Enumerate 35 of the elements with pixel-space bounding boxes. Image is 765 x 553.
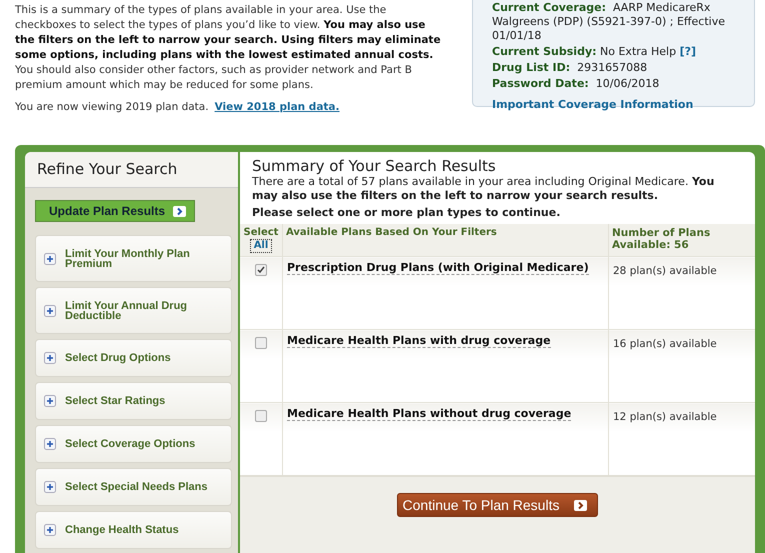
- filter-item[interactable]: Select Star Ratings: [35, 382, 232, 420]
- select-header: Select: [243, 227, 279, 239]
- filter-item[interactable]: Limit Your Monthly Plan Premium: [35, 235, 232, 282]
- summary-description: There are a total of 57 plans available in your area including Original Medicare. You may also use the filters on the left to narrow your search results.: [252, 175, 716, 203]
- coverage-info-link[interactable]: Important Coverage Information: [492, 98, 754, 112]
- coverage-field: Current Subsidy: No Extra Help: [492, 45, 676, 58]
- coverage-field: Drug List ID: 2931657088: [492, 61, 648, 74]
- select-all-link[interactable]: All: [250, 239, 272, 253]
- coverage-field: Password Date: 10/06/2018: [492, 77, 660, 90]
- coverage-field: Current Coverage: AARP MedicareRx Walgreens (PDP) (S5921-397-0) ; Effective 01/01/18: [492, 1, 728, 42]
- plan-count: 16 plan(s) available: [613, 338, 717, 350]
- help-link[interactable]: [?]: [680, 45, 696, 58]
- filter-item[interactable]: Change Health Status: [35, 511, 232, 549]
- checkbox[interactable]: [255, 410, 267, 422]
- column-header: Available Plans Based On Your Filters: [282, 224, 608, 256]
- plan-type-link[interactable]: Prescription Drug Plans (with Original Medicare): [287, 261, 589, 275]
- continue-button[interactable]: Continue To Plan Results: [396, 493, 598, 517]
- update-plan-results-button[interactable]: Update Plan Results: [35, 200, 196, 222]
- instruction-text: Please select one or more plan types to continue.: [252, 206, 562, 220]
- summary-title: Summary of Your Search Results: [252, 158, 497, 175]
- plan-count: 12 plan(s) available: [613, 411, 717, 423]
- checkbox[interactable]: [255, 264, 267, 276]
- plan-type-link[interactable]: Medicare Health Plans without drug coverage: [287, 407, 572, 421]
- column-header: Number of Plans Available: 56: [608, 224, 755, 256]
- viewing-text: You are now viewing 2019 plan data.: [15, 101, 209, 113]
- plan-type-link[interactable]: Medicare Health Plans with drug coverage: [287, 334, 551, 348]
- filter-item[interactable]: Select Drug Options: [35, 339, 232, 377]
- plan-count: 28 plan(s) available: [613, 265, 717, 277]
- refine-title: Refine Your Search: [25, 152, 238, 188]
- filter-item[interactable]: Select Coverage Options: [35, 425, 232, 463]
- filter-item[interactable]: Limit Your Annual Drug Deductible: [35, 287, 232, 334]
- filter-item[interactable]: Select Special Needs Plans: [35, 468, 232, 506]
- intro-paragraph: This is a summary of the types of plans available in your area. Use the checkboxes to select the types of plans you’d like to view. You may also use the filters on the left to narrow your search. Using filters may eliminate some options, including plans with the lowest estimated annual costs. You should also consider other factors, such as provider network and Part B premium amount which may be reduced for some plans.: [15, 3, 442, 93]
- checkbox[interactable]: [255, 337, 267, 349]
- view-2018-link[interactable]: View 2018 plan data.: [214, 101, 340, 113]
